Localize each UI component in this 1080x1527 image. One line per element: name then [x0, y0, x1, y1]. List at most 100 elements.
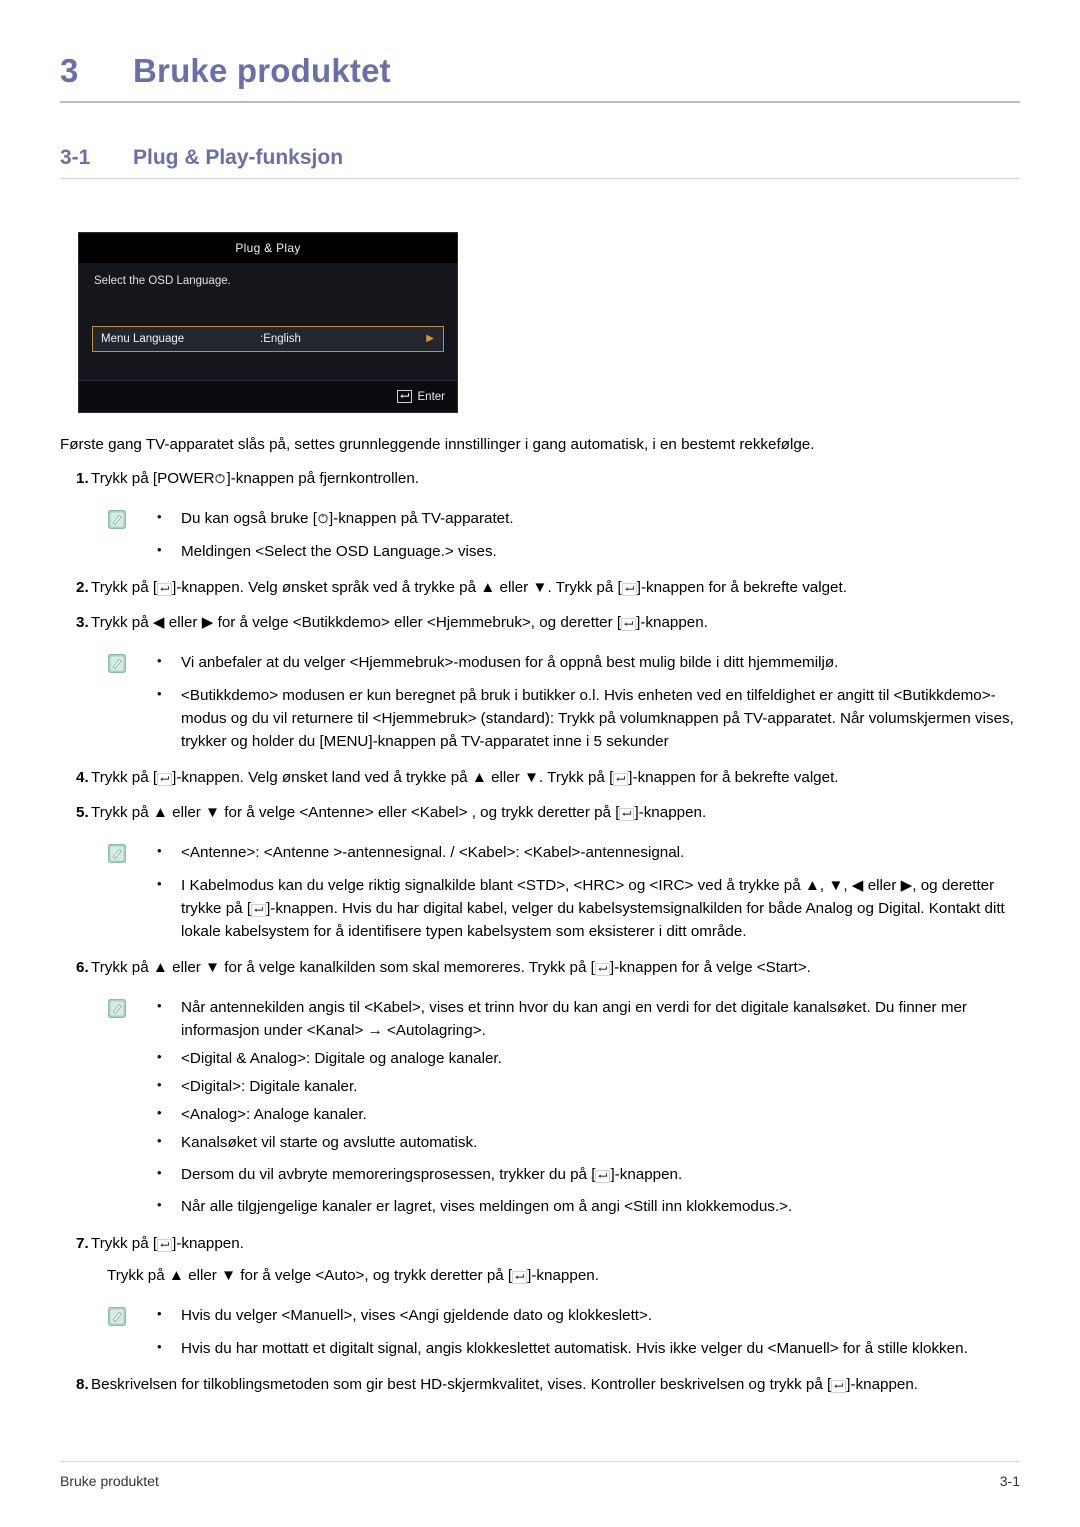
- note-bullet-text: <Digital>: Digitale kanaler.: [181, 1078, 358, 1096]
- note-pencil-icon: [108, 998, 126, 1018]
- step-number: 4.: [76, 768, 89, 786]
- note-bullet: • <Digital>: Digitale kanaler.: [157, 1075, 1020, 1098]
- step-number: 1.: [76, 470, 89, 488]
- enter-key-icon: [157, 583, 173, 597]
- footer-row: Bruke produktet 3-1: [60, 1473, 1020, 1489]
- note-bullet-text: Hvis du har mottatt et digitalt signal, …: [181, 1340, 968, 1358]
- note-text-b: ]-knappen. Hvis du har digital kabel, ve…: [181, 899, 1005, 940]
- arrow-right-icon: ▶: [426, 333, 434, 344]
- enter-key-icon: [621, 583, 637, 597]
- bullet-dot-icon: •: [157, 652, 162, 668]
- footer-page-number: 3-1: [999, 1473, 1020, 1489]
- step-text: Trykk på [ ]-knappen. Velg ønsket land ve…: [91, 767, 1020, 790]
- enter-key-icon: [613, 772, 629, 786]
- step-text: Trykk på []-knappen.: [91, 1233, 1020, 1256]
- osd-prompt: Select the OSD Language.: [94, 275, 231, 287]
- steps-list: 1. Trykk på [POWER]-knappen på fjernkont…: [60, 468, 1020, 1397]
- note-pencil-icon: [108, 653, 126, 673]
- step-item: 5. Trykk på ▲ eller ▼ for å velge <Anten…: [60, 802, 1020, 825]
- note-bullet: • Dersom du vil avbryte memoreringsprose…: [157, 1163, 1020, 1186]
- step-text-c: ]-knappen for å bekrefte valget.: [636, 579, 847, 597]
- note-bullet: • Meldingen <Select the OSD Language.> v…: [157, 540, 1020, 563]
- note-bullet: • Kanalsøket vil starte og avslutte auto…: [157, 1131, 1020, 1154]
- note-bullet: • <Analog>: Analoge kanaler.: [157, 1103, 1020, 1126]
- osd-row-value: :English: [260, 333, 301, 345]
- bullet-dot-icon: •: [157, 875, 162, 891]
- step-number: 2.: [76, 579, 89, 597]
- step-text-b: ]-knappen.: [636, 613, 708, 631]
- note-bullet-text: Kanalsøket vil starte og avslutte automa…: [181, 1134, 478, 1152]
- enter-key-icon: [594, 962, 610, 976]
- enter-key-icon: [619, 807, 635, 821]
- note-text-b: ]-knappen på TV-apparatet.: [328, 509, 514, 527]
- step-item: 2. Trykk på []-knappen. Velg ønsket språ…: [60, 577, 1020, 600]
- note-bullet: • <Antenne>: <Antenne >-antennesignal. /…: [157, 841, 1020, 864]
- step-text-b: ]-knappen.: [846, 1376, 919, 1394]
- section-number: 3-1: [60, 146, 91, 169]
- section-heading: 3-1 Plug & Play-funksjon: [60, 146, 1020, 170]
- step-text-b: ]-knappen på fjernkontrollen.: [226, 470, 419, 488]
- bullet-dot-icon: •: [157, 541, 162, 557]
- note-pencil-icon: [108, 843, 126, 863]
- note-bullet: • Hvis du velger <Manuell>, vises <Angi …: [157, 1304, 1020, 1327]
- note-block: • Vi anbefaler at du velger <Hjemmebruk>…: [60, 651, 1020, 753]
- section-divider: [60, 178, 1020, 179]
- note-text-a: Du kan også bruke [: [181, 509, 317, 527]
- note-bullet: • I Kabelmodus kan du velge riktig signa…: [157, 874, 1020, 943]
- bullet-dot-icon: •: [157, 1165, 162, 1181]
- bullet-dot-icon: •: [157, 685, 162, 701]
- osd-footer: Enter: [79, 380, 457, 412]
- chapter-number: 3: [60, 52, 79, 89]
- bullet-dot-icon: •: [157, 1197, 162, 1213]
- step-item: 8. Beskrivelsen for tilkoblingsmetoden s…: [60, 1374, 1020, 1397]
- note-pencil-icon: [108, 509, 126, 529]
- power-icon: [214, 469, 226, 484]
- chapter-title: Bruke produktet: [133, 52, 391, 89]
- note-bullet-text: <Antenne>: <Antenne >-antennesignal. / <…: [181, 843, 685, 861]
- note-bullet-text: <Butikkdemo> modusen er kun beregnet på …: [181, 686, 1014, 750]
- step-text: Trykk på ◀ eller ▶ for å velge <Butikkde…: [91, 612, 1020, 635]
- enter-key-icon: [512, 1271, 528, 1285]
- osd-enter-label: Enter: [417, 390, 446, 403]
- note-bullet: • Vi anbefaler at du velger <Hjemmebruk>…: [157, 651, 1020, 674]
- footer-left-text: Bruke produktet: [60, 1473, 159, 1489]
- step-item: 1. Trykk på [POWER]-knappen på fjernkont…: [60, 468, 1020, 491]
- note-block: • <Antenne>: <Antenne >-antennesignal. /…: [60, 841, 1020, 943]
- enter-key-icon: [831, 1380, 847, 1394]
- note-bullet-text: <Digital & Analog>: Digitale og analoge …: [181, 1049, 502, 1067]
- footer-divider: [60, 1461, 1020, 1462]
- note-bullet-text: Hvis du velger <Manuell>, vises <Angi gj…: [181, 1307, 653, 1325]
- enter-key-icon: [251, 903, 267, 917]
- step-number: 7.: [76, 1234, 89, 1252]
- note-bullet: • Når alle tilgjengelige kanaler er lagr…: [157, 1195, 1020, 1218]
- bullet-dot-icon: •: [157, 842, 162, 858]
- step-subtext-b: ]-knappen.: [527, 1267, 599, 1285]
- step-number: 5.: [76, 803, 89, 821]
- step-text-a: Trykk på [: [91, 579, 158, 597]
- step-number: 6.: [76, 958, 89, 976]
- step-text: Trykk på ▲ eller ▼ for å velge <Antenne>…: [91, 802, 1020, 825]
- step-text-a: Trykk på [: [91, 1234, 158, 1252]
- note-text-a: Dersom du vil avbryte memoreringsprosess…: [181, 1166, 596, 1184]
- step-item: 7. Trykk på []-knappen.: [60, 1233, 1020, 1256]
- note-bullet: • Du kan også bruke [ ]-knappen på TV-app…: [157, 507, 1020, 530]
- bullet-dot-icon: •: [157, 508, 162, 524]
- bullet-dot-icon: •: [157, 997, 162, 1013]
- step-text-b: ]-knappen. Velg ønsket land ved å trykke…: [172, 768, 614, 786]
- step-text-a: Trykk på ▲ eller ▼ for å velge kanalkild…: [91, 958, 595, 976]
- step-text-a: Trykk på ▲ eller ▼ for å velge <Antenne>…: [91, 803, 620, 821]
- osd-menu-language-row[interactable]: Menu Language :English ▶: [92, 326, 444, 352]
- step-number: 3.: [76, 613, 89, 631]
- step-text: Trykk på []-knappen. Velg ønsket språk v…: [91, 577, 1020, 600]
- note-bullet: • Når antennekilden angis til <Kabel>, v…: [157, 996, 1020, 1042]
- note-pencil-icon: [108, 1307, 126, 1327]
- note-text-b: ]-knappen.: [610, 1166, 683, 1184]
- step-number: 8.: [76, 1376, 89, 1394]
- step-item: 4. Trykk på [ ]-knappen. Velg ønsket land…: [60, 767, 1020, 790]
- step-text-a: Trykk på [: [91, 768, 158, 786]
- note-bullet-text: I Kabelmodus kan du velge riktig signalk…: [181, 874, 1020, 943]
- enter-key-icon: [595, 1170, 611, 1184]
- note-bullet-text: Vi anbefaler at du velger <Hjemmebruk>-m…: [181, 653, 839, 671]
- bullet-dot-icon: •: [157, 1048, 162, 1064]
- step-subtext-a: Trykk på ▲ eller ▼ for å velge <Auto>, o…: [107, 1267, 513, 1285]
